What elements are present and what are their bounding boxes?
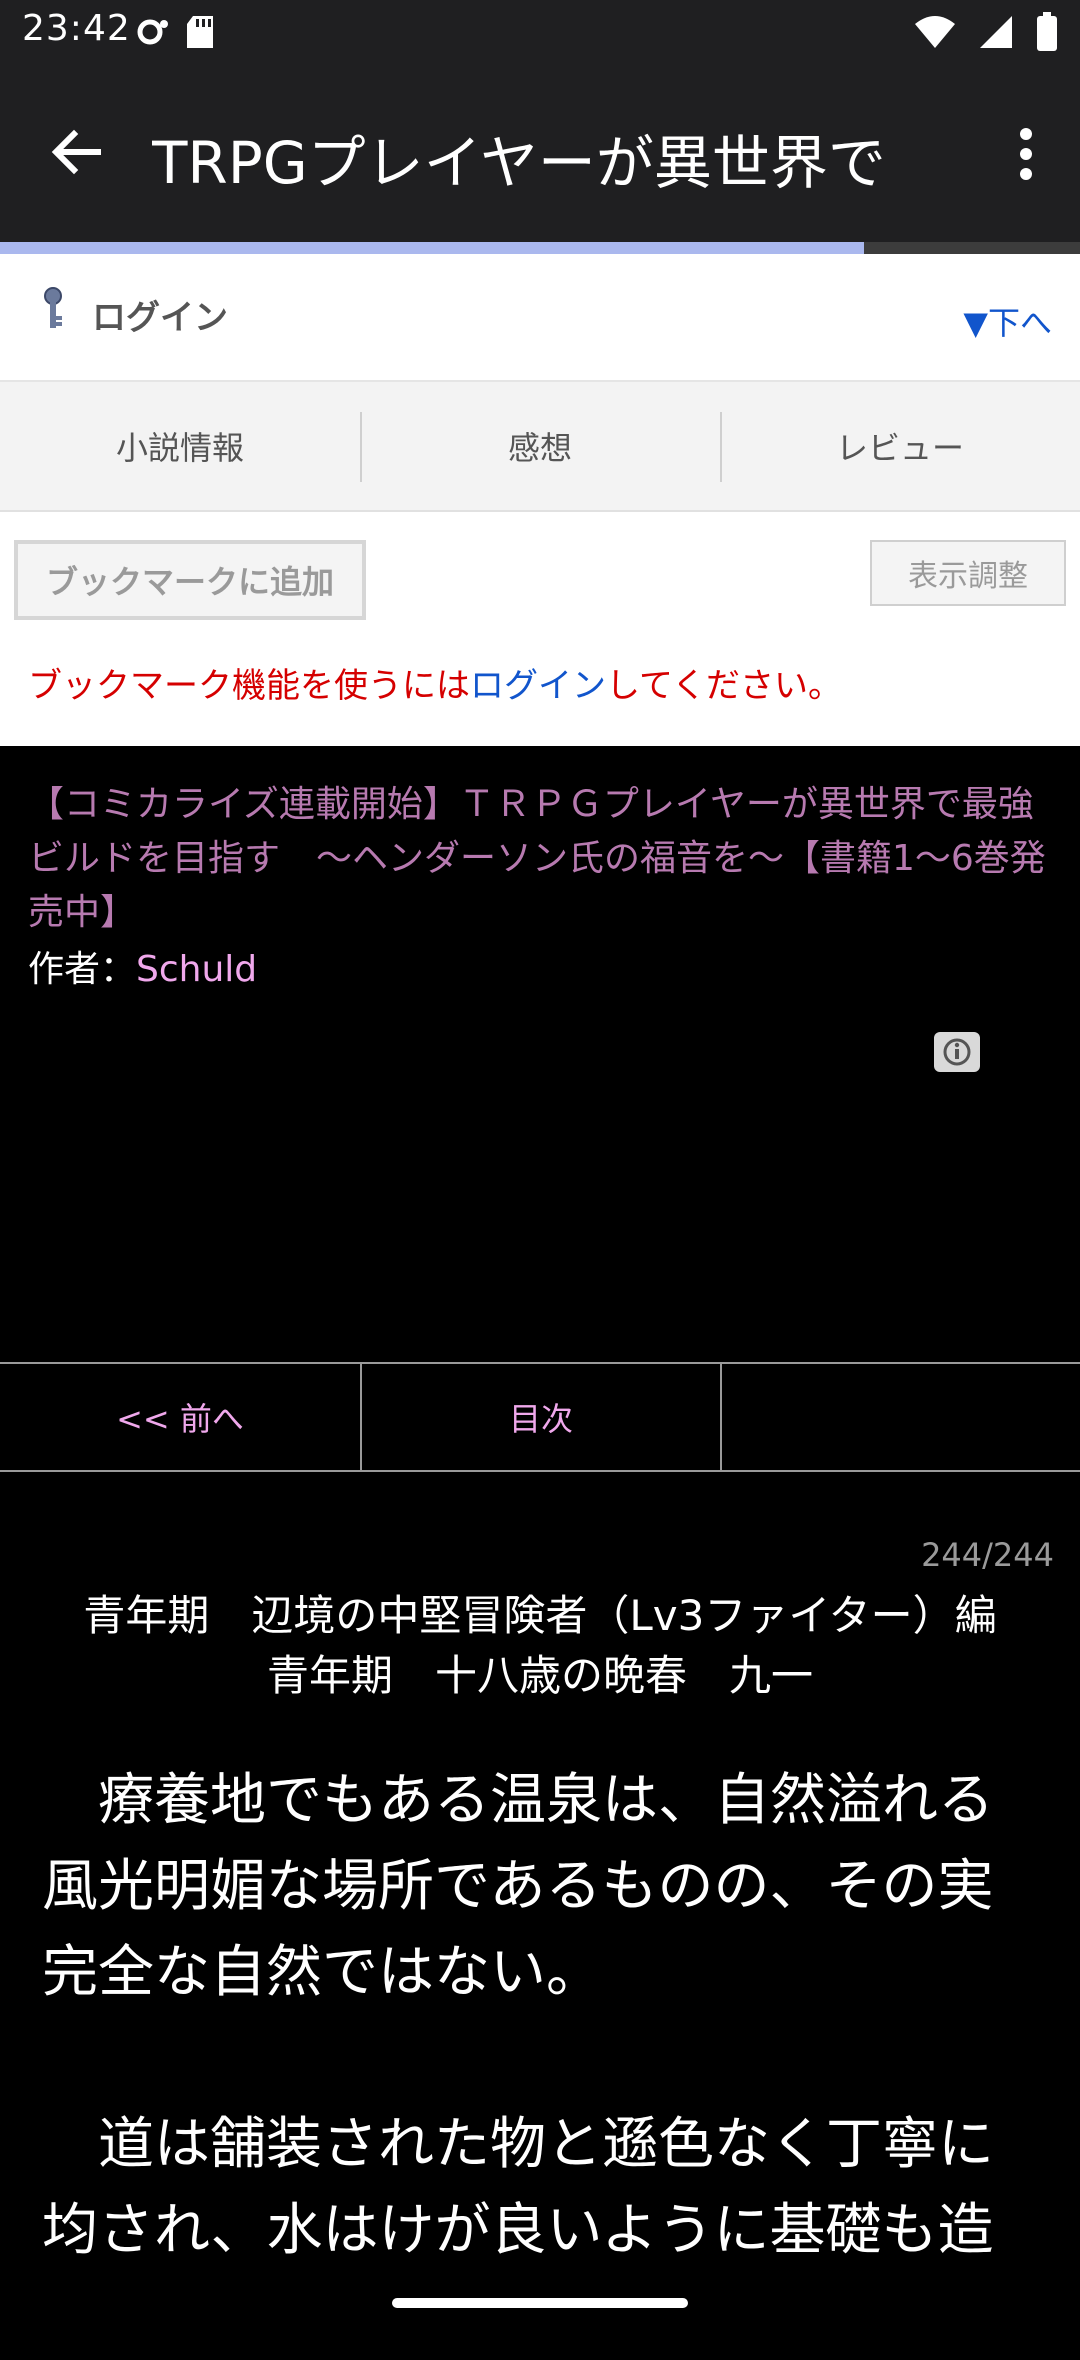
add-bookmark-button[interactable]: ブックマークに追加 bbox=[14, 540, 366, 620]
author-line: 作者：Schuld bbox=[28, 940, 257, 992]
app-bar: TRPGプレイヤーが異世界で bbox=[0, 66, 1080, 242]
table-of-contents-link[interactable]: 目次 bbox=[360, 1364, 720, 1470]
login-link[interactable]: ログイン bbox=[92, 290, 228, 339]
display-adjust-button[interactable]: 表示調整 bbox=[870, 540, 1066, 606]
status-time: 23:42 bbox=[22, 8, 131, 49]
more-vert-icon[interactable] bbox=[1018, 126, 1034, 182]
info-tabs: 小説情報 感想 レビュー bbox=[0, 382, 1080, 512]
key-icon bbox=[40, 286, 66, 334]
next-episode-link bbox=[720, 1364, 1080, 1470]
progress-fill bbox=[0, 242, 864, 254]
tab-novel-info[interactable]: 小説情報 bbox=[0, 382, 360, 510]
notification-icon bbox=[135, 14, 171, 54]
ad-info-icon[interactable] bbox=[934, 1032, 980, 1072]
author-prefix: 作者： bbox=[28, 949, 137, 990]
prev-episode-link[interactable]: << 前へ bbox=[0, 1364, 360, 1470]
episode-nav: << 前へ 目次 bbox=[0, 1362, 1080, 1472]
bookmark-login-message: ブックマーク機能を使うにはログインしてください。 bbox=[28, 658, 842, 707]
bookmark-message-before: ブックマーク機能を使うには bbox=[28, 666, 470, 706]
episode-body: 療養地でもある温泉は、自然溢れる風光明媚な場所であるものの、その実完全な自然では… bbox=[42, 1758, 1042, 2360]
scroll-down-link[interactable]: ▼下へ bbox=[963, 298, 1052, 344]
tab-impressions[interactable]: 感想 bbox=[360, 382, 720, 510]
author-link[interactable]: Schuld bbox=[136, 949, 257, 990]
battery-icon bbox=[1036, 12, 1058, 56]
part-title: 青年期 辺境の中堅冒険者（Lv3ファイター）編 bbox=[83, 1591, 997, 1640]
login-row: ログイン ▼下へ bbox=[0, 254, 1080, 382]
wifi-icon bbox=[914, 14, 956, 54]
sd-card-icon bbox=[185, 14, 215, 54]
tab-review[interactable]: レビュー bbox=[720, 382, 1080, 510]
gesture-navigation-bar[interactable] bbox=[392, 2298, 688, 2308]
bookmark-message-after: してください。 bbox=[606, 666, 842, 706]
body-paragraph: 道は舗装された物と遜色なく丁寧に均され、水はけが良いように基礎も造 bbox=[42, 2112, 994, 2263]
bookmark-login-link[interactable]: ログイン bbox=[470, 666, 606, 706]
page-load-progress bbox=[0, 242, 1080, 254]
status-bar: 23:42 bbox=[0, 0, 1080, 66]
episode-counter: 244/244 bbox=[921, 1536, 1054, 1574]
episode-title: 青年期 十八歳の晩春 九一 bbox=[266, 1651, 813, 1700]
signal-icon bbox=[978, 14, 1014, 54]
site-header: ログイン ▼下へ 小説情報 感想 レビュー ブックマークに追加 表示調整 ブック… bbox=[0, 254, 1080, 746]
novel-title-link[interactable]: 【コミカライズ連載開始】ＴＲＰＧプレイヤーが異世界で最強ビルドを目指す ～ヘンダ… bbox=[28, 778, 1058, 940]
back-arrow-icon[interactable] bbox=[46, 122, 106, 182]
page-title: TRPGプレイヤーが異世界で bbox=[152, 129, 886, 197]
body-paragraph: 療養地でもある温泉は、自然溢れる風光明媚な場所であるものの、その実完全な自然では… bbox=[42, 1768, 994, 2005]
